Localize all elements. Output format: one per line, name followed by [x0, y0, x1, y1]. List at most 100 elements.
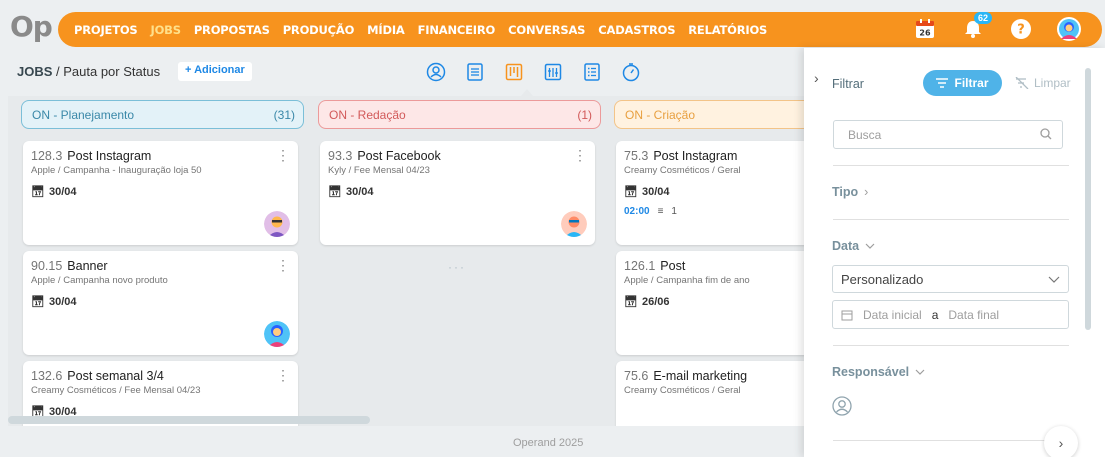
calendar-small-icon: 📅︎ [31, 186, 45, 198]
card-menu-icon[interactable]: ⋮ [276, 368, 290, 382]
timer-view-icon[interactable] [619, 60, 643, 84]
search-input[interactable] [833, 120, 1063, 149]
date-end-placeholder[interactable]: Data final [948, 308, 999, 322]
job-date: 📅︎ 30/04 [328, 185, 587, 199]
job-date-text: 26/06 [641, 295, 670, 308]
data-section-toggle[interactable]: Data [832, 239, 875, 253]
nav-midia[interactable]: MÍDIA [367, 23, 405, 37]
nav-propostas[interactable]: PROPOSTAS [194, 23, 270, 37]
nav-producao[interactable]: PRODUÇÃO [283, 23, 355, 37]
calendar-small-icon: 📅︎ [624, 296, 638, 308]
nav-projetos[interactable]: PROJETOS [74, 23, 138, 37]
job-client: Apple / Campanha fim de ano [624, 275, 750, 286]
collapse-panel-icon[interactable]: › [814, 70, 819, 86]
chevron-down-icon [915, 369, 925, 375]
divider [833, 219, 1069, 220]
nav-relatorios[interactable]: RELATÓRIOS [688, 23, 767, 37]
add-job-button[interactable]: + Adicionar [178, 62, 252, 81]
job-number: 128.3 [31, 149, 63, 163]
job-number: 93.3 [328, 149, 353, 163]
job-card[interactable]: 128.3 Post Instagram Apple / Campanha - I… [23, 141, 298, 245]
job-date-text: 30/04 [345, 185, 374, 198]
clear-filter-icon [1015, 77, 1029, 89]
job-client: Kyly / Fee Mensal 04/23 [328, 165, 430, 176]
tipo-section-toggle[interactable]: Tipo › [832, 185, 868, 199]
help-icon[interactable]: ? [1008, 16, 1034, 42]
column-redacao: ON - Redação (1) 93.3 Post Facebook Kyly … [318, 100, 601, 420]
job-card[interactable]: 75.3 Post Instagram Creamy Cosméticos / G… [616, 141, 804, 245]
calendar-day: 26 [919, 29, 931, 38]
column-header[interactable]: ON - Redação (1) [318, 100, 601, 129]
job-title: Post Instagram [653, 149, 738, 163]
date-start-placeholder[interactable]: Data inicial [863, 308, 922, 322]
job-title: Banner [67, 259, 108, 273]
column-count: (31) [273, 107, 295, 122]
job-date: 📅︎ 26/06 [624, 295, 804, 309]
job-title: E-mail marketing [653, 369, 748, 383]
job-date-text: 30/04 [641, 185, 670, 198]
tipo-label: Tipo [832, 185, 859, 199]
next-arrow-button[interactable]: › [1044, 426, 1078, 457]
card-menu-icon[interactable]: ⋮ [276, 258, 290, 272]
job-card[interactable]: 126.1 Post Apple / Campanha fim de ano 📅︎… [616, 251, 804, 355]
apply-filter-button[interactable]: Filtrar [923, 70, 1002, 96]
column-title: ON - Redação [329, 107, 406, 122]
user-placeholder-icon[interactable] [832, 396, 852, 416]
nav-jobs[interactable]: JOBS [151, 23, 182, 37]
panel-scrollbar[interactable] [1085, 68, 1091, 330]
job-title: Post Facebook [357, 149, 441, 163]
help-glyph: ? [1017, 23, 1025, 38]
responsavel-label: Responsável [832, 365, 910, 379]
job-time: 02:00 [624, 206, 650, 217]
list-view-icon[interactable] [463, 60, 487, 84]
filter-panel-title: Filtrar [832, 77, 864, 91]
date-type-select[interactable]: Personalizado [832, 265, 1069, 293]
breadcrumb-page: / Pauta por Status [52, 64, 161, 79]
user-avatar[interactable] [1056, 16, 1082, 42]
job-number: 75.3 [624, 149, 649, 163]
calendar-small-icon: 📅︎ [624, 186, 638, 198]
notifications-count-badge: 62 [973, 12, 992, 24]
clear-filter-button[interactable]: Limpar [1015, 76, 1071, 90]
view-switcher [424, 60, 643, 84]
clear-filter-label: Limpar [1034, 76, 1071, 90]
card-menu-icon[interactable]: ⋮ [573, 148, 587, 162]
job-date: 📅︎ 30/04 [31, 185, 290, 199]
job-date: 📅︎ 30/04 [31, 295, 290, 309]
job-card[interactable]: 75.6 E-mail marketing Creamy Cosméticos /… [616, 361, 804, 426]
kanban-view-icon[interactable] [502, 60, 526, 84]
operand-logo[interactable]: Op [10, 10, 53, 43]
top-icons: 26 62 ? [912, 12, 1082, 42]
calendar-icon[interactable]: 26 [912, 16, 938, 42]
column-header[interactable]: ON - Planejamento (31) [21, 100, 304, 129]
job-date-text: 30/04 [48, 185, 77, 198]
assignee-avatar[interactable] [561, 211, 587, 237]
filter-icon [936, 78, 949, 88]
job-number: 75.6 [624, 369, 649, 383]
data-label: Data [832, 239, 860, 253]
job-card[interactable]: 90.15 Banner Apple / Campanha novo produt… [23, 251, 298, 355]
chevron-right-icon: › [1058, 435, 1064, 451]
chevron-down-icon [865, 243, 875, 249]
checklist-view-icon[interactable] [580, 60, 604, 84]
notifications-bell-icon[interactable]: 62 [960, 12, 992, 42]
horizontal-scrollbar[interactable] [8, 416, 370, 424]
job-client: Apple / Campanha - Inauguração loja 50 [31, 165, 202, 176]
date-range-input[interactable]: Data inicial a Data final [832, 300, 1069, 329]
assignee-avatar[interactable] [264, 321, 290, 347]
nav-cadastros[interactable]: CADASTROS [598, 23, 675, 37]
subtasks-count: 1 [671, 206, 677, 217]
column-header[interactable]: ON - Criação [614, 100, 804, 129]
columns-view-icon[interactable] [541, 60, 565, 84]
divider [833, 440, 1069, 441]
job-card[interactable]: 93.3 Post Facebook Kyly / Fee Mensal 04/2… [320, 141, 595, 245]
breadcrumb-section[interactable]: JOBS [17, 64, 52, 79]
assignee-avatar[interactable] [264, 211, 290, 237]
job-client: Creamy Cosméticos / Geral [624, 385, 741, 396]
responsavel-section-toggle[interactable]: Responsável [832, 365, 925, 379]
nav-conversas[interactable]: CONVERSAS [508, 23, 585, 37]
job-title: Post Instagram [67, 149, 152, 163]
card-menu-icon[interactable]: ⋮ [276, 148, 290, 162]
user-view-icon[interactable] [424, 60, 448, 84]
nav-financeiro[interactable]: FINANCEIRO [418, 23, 496, 37]
